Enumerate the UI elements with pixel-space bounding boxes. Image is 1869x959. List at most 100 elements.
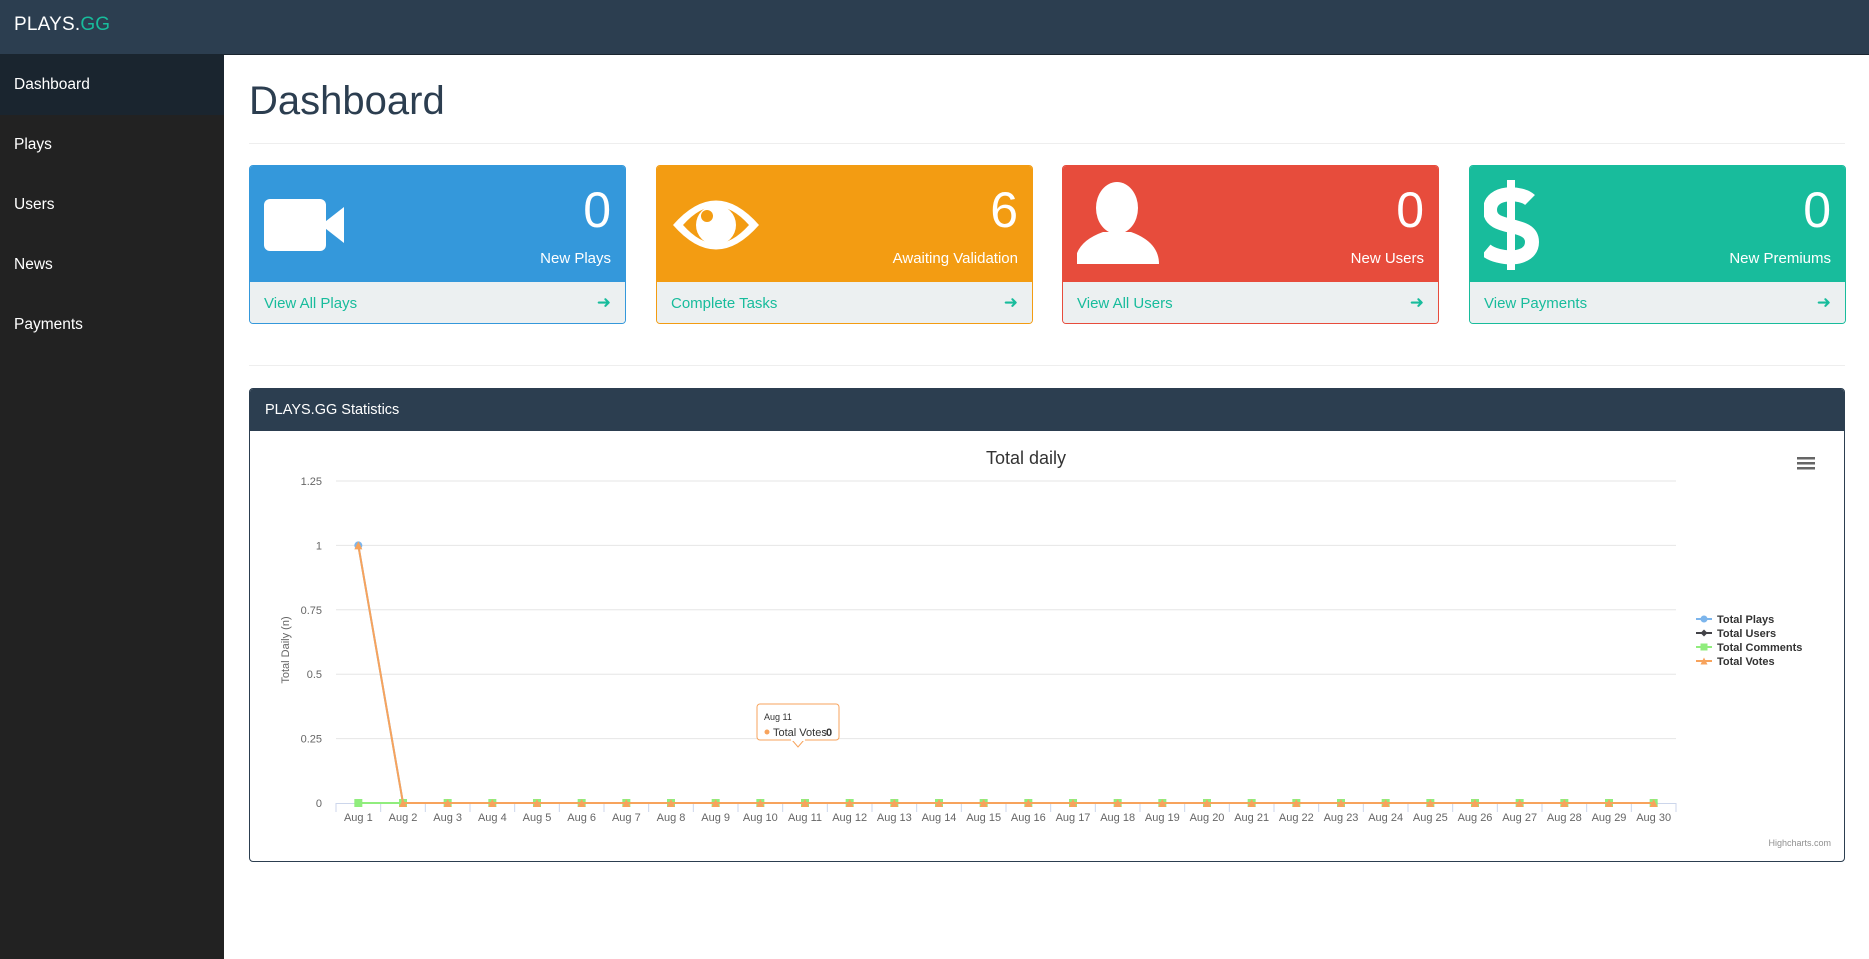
sidebar-item-plays[interactable]: Plays bbox=[0, 115, 224, 175]
panel-link-label: View All Users bbox=[1077, 295, 1173, 312]
awaiting-validation-panel: 6 Awaiting Validation Complete Tasks ➜ bbox=[656, 165, 1033, 324]
arrow-right-icon: ➜ bbox=[1409, 293, 1424, 312]
chart-menu-icon[interactable] bbox=[1788, 451, 1824, 475]
total-daily-chart: Total daily Total Daily (n) 0 0.25 0.5 0.75… bbox=[280, 448, 1831, 848]
x-tick-label: Aug 18 bbox=[1100, 812, 1135, 824]
user-icon bbox=[1077, 182, 1159, 264]
chart-container: Total daily Total Daily (n) 0 0.25 0.5 0.75… bbox=[250, 431, 1844, 861]
eye-icon bbox=[673, 200, 759, 250]
legend-label: Total Votes bbox=[1717, 656, 1775, 668]
panel-count: 6 bbox=[990, 182, 1018, 238]
panel-description: New Plays bbox=[540, 250, 611, 267]
y-tick-label: 0.25 bbox=[301, 734, 322, 746]
panel-count: 0 bbox=[1396, 182, 1424, 238]
tooltip-series: Total Votes bbox=[773, 727, 827, 739]
legend-label: Total Users bbox=[1717, 628, 1776, 640]
panel-description: New Users bbox=[1350, 250, 1424, 267]
tooltip-value: 0 bbox=[826, 727, 832, 739]
legend-label: Total Plays bbox=[1717, 614, 1774, 626]
x-tick-label: Aug 15 bbox=[966, 812, 1001, 824]
sidebar-item-news[interactable]: News bbox=[0, 235, 224, 295]
legend-symbol-marker bbox=[1700, 643, 1708, 651]
view-payments-link[interactable]: View Payments ➜ bbox=[1470, 282, 1845, 323]
x-tick-label: Aug 4 bbox=[478, 812, 507, 824]
x-tick-label: Aug 13 bbox=[877, 812, 912, 824]
panel-description: Awaiting Validation bbox=[892, 250, 1018, 267]
x-tick-label: Aug 7 bbox=[612, 812, 641, 824]
x-tick-label: Aug 8 bbox=[657, 812, 686, 824]
brand-accent: GG bbox=[80, 14, 111, 35]
tooltip-date: Aug 11 bbox=[764, 712, 792, 722]
x-tick-label: Aug 24 bbox=[1368, 812, 1403, 824]
x-tick-label: Aug 27 bbox=[1502, 812, 1537, 824]
x-tick-label: Aug 29 bbox=[1592, 812, 1627, 824]
data-point[interactable] bbox=[354, 799, 363, 807]
x-tick-label: Aug 25 bbox=[1413, 812, 1448, 824]
legend-item[interactable]: Total Comments bbox=[1696, 642, 1802, 654]
view-all-users-link[interactable]: View All Users ➜ bbox=[1063, 282, 1438, 323]
x-tick-label: Aug 23 bbox=[1324, 812, 1359, 824]
legend-item[interactable]: Total Plays bbox=[1696, 614, 1774, 626]
legend-symbol-marker bbox=[1700, 629, 1708, 637]
legend-item[interactable]: Total Users bbox=[1696, 628, 1776, 640]
x-tick-label: Aug 22 bbox=[1279, 812, 1314, 824]
legend-symbol-marker bbox=[1700, 615, 1708, 623]
arrow-right-icon: ➜ bbox=[596, 293, 611, 312]
x-tick-label: Aug 1 bbox=[344, 812, 373, 824]
panel-link-label: Complete Tasks bbox=[671, 295, 778, 312]
arrow-right-icon: ➜ bbox=[1003, 293, 1018, 312]
panel-heading: 0 New Plays bbox=[250, 166, 625, 282]
statistics-panel-header: PLAYS.GG Statistics bbox=[250, 389, 1844, 431]
panel-link-label: View All Plays bbox=[264, 295, 358, 312]
statistics-panel: PLAYS.GG Statistics Total daily Total Da… bbox=[249, 388, 1845, 862]
new-plays-panel: 0 New Plays View All Plays ➜ bbox=[249, 165, 626, 324]
x-tick-label: Aug 28 bbox=[1547, 812, 1582, 824]
y-tick-label: 1.25 bbox=[301, 476, 322, 488]
x-tick-label: Aug 30 bbox=[1636, 812, 1671, 824]
x-tick-label: Aug 3 bbox=[433, 812, 462, 824]
sidebar-item-dashboard[interactable]: Dashboard bbox=[0, 55, 224, 115]
tooltip: Aug 11 Total Votes 0 : bbox=[756, 703, 840, 748]
sidebar: Dashboard Plays Users News Payments bbox=[0, 55, 224, 959]
panel-count: 0 bbox=[1803, 182, 1831, 238]
legend-item[interactable]: Total Votes bbox=[1696, 656, 1775, 668]
y-tick-label: 0.75 bbox=[301, 605, 322, 617]
divider bbox=[249, 143, 1845, 144]
x-tick-label: Aug 26 bbox=[1458, 812, 1493, 824]
panel-heading: 0 New Premiums bbox=[1470, 166, 1845, 282]
x-tick-label: Aug 11 bbox=[788, 812, 822, 824]
dollar-icon bbox=[1484, 180, 1540, 270]
y-axis-title: Total Daily (n) bbox=[280, 616, 292, 683]
highcharts-credits[interactable]: Highcharts.com bbox=[1768, 838, 1831, 848]
sidebar-item-users[interactable]: Users bbox=[0, 175, 224, 235]
panel-heading: 6 Awaiting Validation bbox=[657, 166, 1032, 282]
x-tick-label: Aug 6 bbox=[567, 812, 596, 824]
x-tick-label: Aug 14 bbox=[922, 812, 957, 824]
new-premiums-panel: 0 New Premiums View Payments ➜ bbox=[1469, 165, 1846, 324]
brand-main: PLAYS. bbox=[14, 14, 81, 35]
panel-count: 0 bbox=[583, 182, 611, 238]
panel-link-label: View Payments bbox=[1484, 295, 1588, 312]
x-tick-label: Aug 12 bbox=[832, 812, 867, 824]
y-tick-label: 1 bbox=[316, 540, 322, 552]
chart-title: Total daily bbox=[986, 448, 1066, 468]
x-tick-label: Aug 19 bbox=[1145, 812, 1180, 824]
x-tick-label: Aug 16 bbox=[1011, 812, 1046, 824]
video-camera-icon bbox=[264, 199, 344, 251]
y-tick-label: 0.5 bbox=[307, 669, 322, 681]
x-tick-label: Aug 20 bbox=[1190, 812, 1225, 824]
tooltip-marker bbox=[764, 729, 770, 735]
panel-description: New Premiums bbox=[1729, 250, 1831, 267]
complete-tasks-link[interactable]: Complete Tasks ➜ bbox=[657, 282, 1032, 323]
arrow-right-icon: ➜ bbox=[1816, 293, 1831, 312]
x-tick-label: Aug 10 bbox=[743, 812, 778, 824]
divider bbox=[249, 365, 1845, 366]
view-all-plays-link[interactable]: View All Plays ➜ bbox=[250, 282, 625, 323]
tooltip-colon: : bbox=[823, 727, 826, 739]
brand-logo[interactable]: PLAYS.GG bbox=[14, 14, 110, 36]
y-tick-label: 0 bbox=[316, 798, 322, 810]
x-tick-label: Aug 5 bbox=[523, 812, 552, 824]
sidebar-item-payments[interactable]: Payments bbox=[0, 295, 224, 355]
new-users-panel: 0 New Users View All Users ➜ bbox=[1062, 165, 1439, 324]
legend-label: Total Comments bbox=[1717, 642, 1802, 654]
